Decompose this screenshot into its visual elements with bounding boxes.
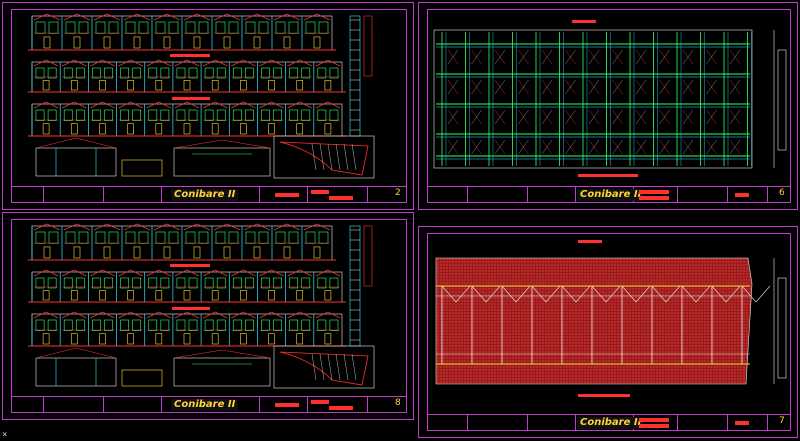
sheet-2-title-block: Conibare II 6: [427, 186, 791, 203]
sheet-3-project-name: Conibare II: [171, 399, 239, 411]
sheet-1-number: 2: [395, 188, 401, 198]
sheet-3-title-block: Conibare II 8: [11, 396, 407, 413]
sheet-4-project-name: Conibare II: [577, 417, 645, 429]
sheet-3-number: 8: [395, 398, 401, 408]
sheet-1-title-block: Conibare II 2: [11, 186, 407, 203]
sheet-2-border: [427, 9, 791, 203]
sheet-3-elevations: [28, 223, 375, 389]
sheet-1-border: [11, 9, 407, 203]
sheet-2-project-name: Conibare II: [577, 189, 645, 201]
sheet-4-border: [427, 233, 791, 431]
drawing-sheet-1[interactable]: Conibare II 2: [2, 2, 414, 210]
drawing-sheet-2[interactable]: Conibare II 6: [418, 2, 798, 210]
sheet-2-floor-plan: [433, 20, 787, 177]
drawing-sheet-4[interactable]: Conibare II 7: [418, 226, 798, 438]
sheet-1-project-name: Conibare II: [171, 189, 239, 201]
sheet-4-roof-plan: [435, 240, 787, 397]
sheet-4-number: 7: [779, 416, 785, 426]
ucs-cursor-icon: ×: [2, 430, 8, 440]
sheet-2-number: 6: [779, 188, 785, 198]
sheet-4-title-block: Conibare II 7: [427, 414, 791, 431]
sheet-1-elevations: [28, 13, 375, 179]
drawing-sheet-3[interactable]: Conibare II 8: [2, 212, 414, 420]
sheet-3-border: [11, 219, 407, 413]
